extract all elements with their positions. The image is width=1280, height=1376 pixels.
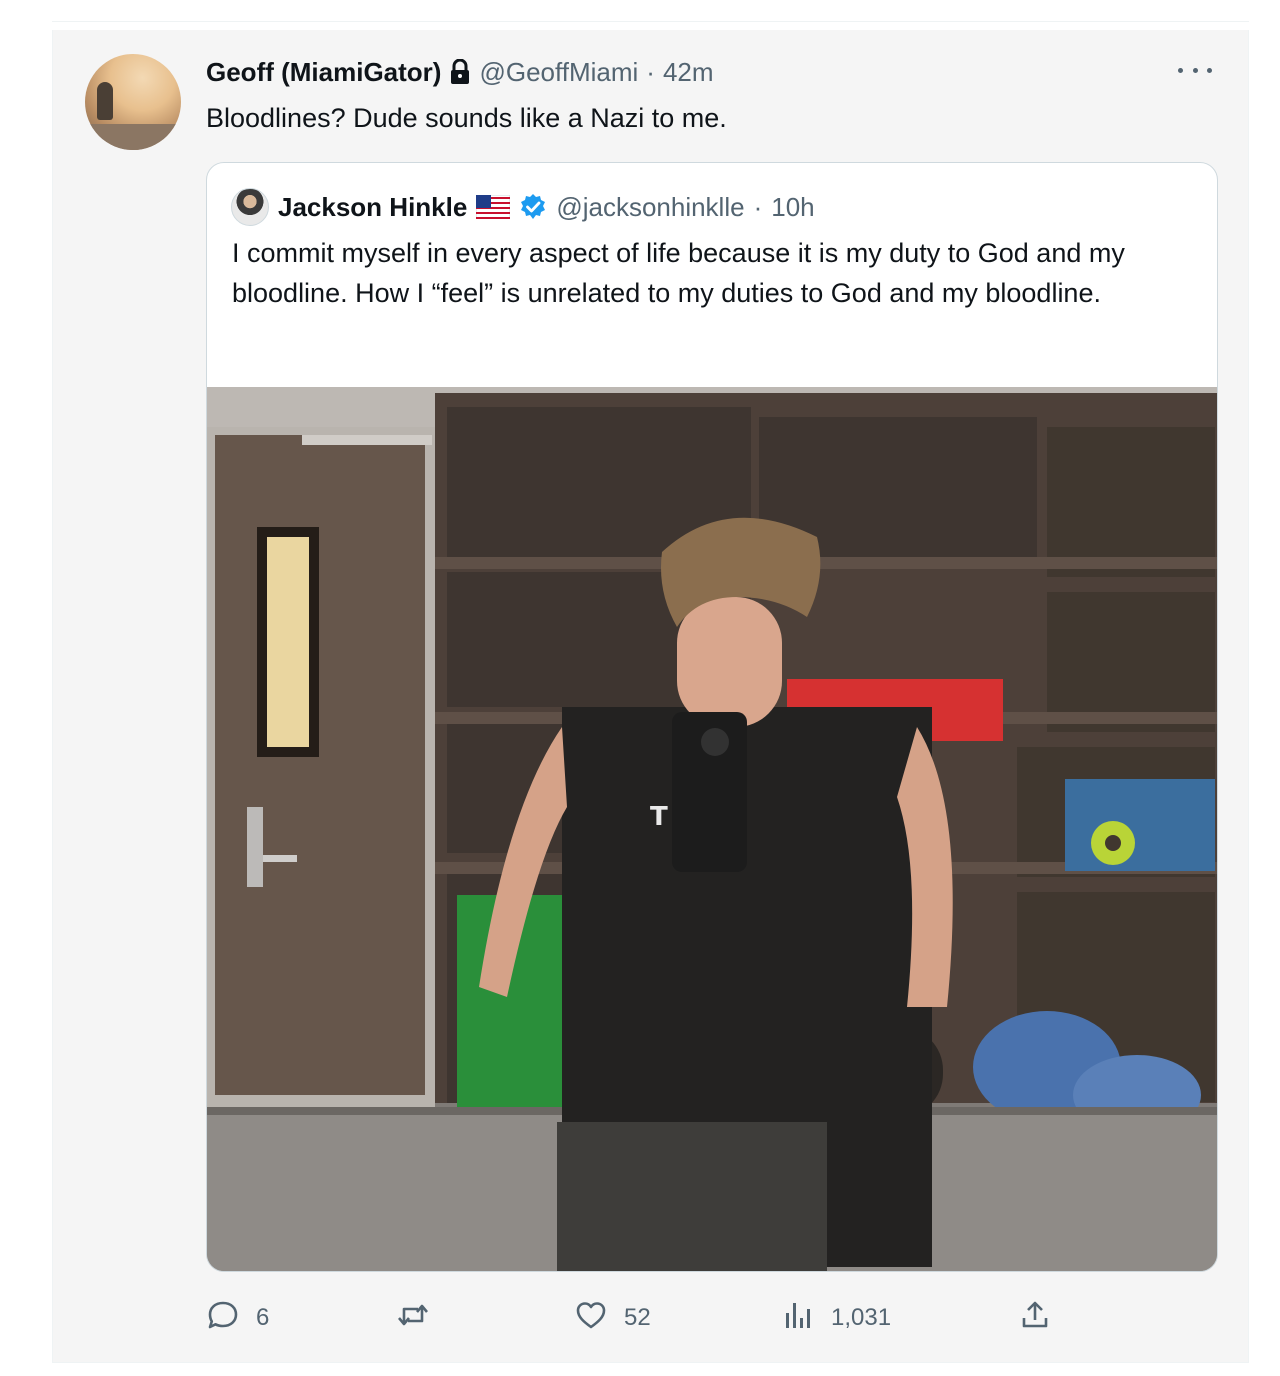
heart-icon	[574, 1298, 608, 1339]
quoted-timestamp: 10h	[771, 191, 815, 222]
tweet-actions: 6 52 1,031	[206, 1298, 1206, 1338]
tweet-text: Bloodlines? Dude sounds like a Nazi to m…	[206, 103, 727, 133]
share-button[interactable]	[1018, 1298, 1052, 1338]
views-chart-icon	[781, 1298, 815, 1339]
quoted-tweet[interactable]: Jackson Hinkle @jacksonhinklle · 10h I c…	[206, 162, 1218, 1272]
next-tweet-edge	[52, 1362, 1249, 1376]
quoted-avatar	[231, 188, 269, 226]
author-handle[interactable]: @GeoffMiami	[479, 57, 638, 88]
lock-icon	[449, 58, 471, 85]
avatar-figure	[97, 82, 113, 120]
views-button[interactable]: 1,031	[781, 1298, 891, 1338]
quoted-media-photo[interactable]: T	[207, 387, 1217, 1271]
quoted-tweet-header: Jackson Hinkle @jacksonhinklle · 10h	[231, 188, 815, 226]
previous-tweet-edge	[52, 0, 1249, 22]
avatar[interactable]	[85, 54, 181, 150]
page-background	[0, 0, 52, 1376]
author-name[interactable]: Geoff (MiamiGator)	[206, 57, 441, 88]
tweet-timestamp[interactable]: 42m	[663, 57, 714, 88]
views-count: 1,031	[831, 1304, 892, 1331]
like-count: 52	[624, 1304, 651, 1331]
share-icon	[1018, 1298, 1052, 1339]
like-button[interactable]: 52	[574, 1298, 651, 1338]
retweet-icon	[396, 1298, 430, 1339]
reply-button[interactable]: 6	[206, 1298, 269, 1338]
reply-icon	[206, 1298, 240, 1339]
quoted-tweet-text: I commit myself in every aspect of life …	[232, 238, 1125, 308]
separator-dot: ·	[646, 56, 655, 87]
us-flag-icon	[475, 194, 511, 220]
tweet-header: Geoff (MiamiGator) @GeoffMiami · 42m	[206, 56, 714, 88]
retweet-button[interactable]	[396, 1298, 446, 1338]
shirt-logo-text: T	[650, 802, 668, 832]
avatar-ground	[85, 124, 181, 150]
reply-count: 6	[256, 1304, 270, 1331]
tweet[interactable]: Geoff (MiamiGator) @GeoffMiami · 42m Blo…	[52, 30, 1249, 1362]
verified-badge-icon	[519, 193, 547, 221]
quoted-author-handle: @jacksonhinklle	[556, 191, 745, 222]
quoted-author-name: Jackson Hinkle	[278, 191, 468, 222]
quoted-separator-dot: ·	[753, 191, 763, 222]
more-horizontal-icon[interactable]	[1178, 60, 1212, 80]
